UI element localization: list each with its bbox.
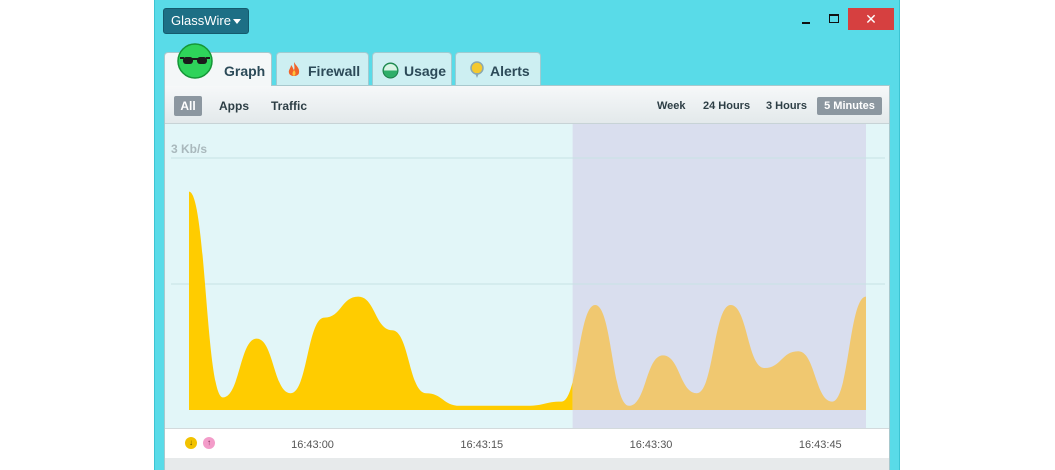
flame-icon <box>288 62 300 76</box>
time-tick-label: 16:43:45 <box>798 439 842 451</box>
time-tick-label: 16:43:00 <box>291 439 334 451</box>
time-tick-label: 16:43:30 <box>629 439 673 451</box>
tab-graph-label: Graph <box>224 63 266 79</box>
time-tick-label: 16:43:15 <box>460 439 504 451</box>
tab-firewall-label: Firewall <box>308 63 361 79</box>
app-menu-button[interactable]: GlassWire <box>163 8 249 34</box>
usage-dial-icon <box>382 62 399 79</box>
alert-pin-icon <box>470 61 484 78</box>
minimize-button[interactable] <box>795 8 817 30</box>
filter-all-button[interactable]: All <box>174 96 202 116</box>
glasswire-window: GlassWire ✕ Graph Firewall Usage Alerts … <box>154 0 900 470</box>
maximize-button[interactable] <box>823 8 845 30</box>
screen: GlassWire ✕ Graph Firewall Usage Alerts … <box>0 0 1055 470</box>
minimize-icon <box>802 22 810 24</box>
tab-alerts-label: Alerts <box>490 63 530 79</box>
traffic-graph[interactable]: 3 Kb/s <box>165 124 889 428</box>
graph-panel: All Apps Traffic Week 24 Hours 3 Hours 5… <box>164 85 890 470</box>
filter-bar: All Apps Traffic Week 24 Hours 3 Hours 5… <box>165 86 889 124</box>
filter-traffic-button[interactable]: Traffic <box>271 96 307 116</box>
scale-label: 3 Kb/s <box>171 142 208 156</box>
range-week-button[interactable]: Week <box>657 97 686 115</box>
time-axis: ↓ ↑ 16:43:00 16:43:15 16:43:30 16:43:45 <box>165 428 889 458</box>
filter-apps-button[interactable]: Apps <box>219 96 249 116</box>
close-icon: ✕ <box>865 11 877 27</box>
upload-icon[interactable]: ↑ <box>203 437 215 449</box>
tab-usage-label: Usage <box>404 63 447 79</box>
tab-alerts[interactable]: Alerts <box>455 52 541 85</box>
app-menu-label: GlassWire <box>171 13 231 28</box>
tab-firewall[interactable]: Firewall <box>276 52 369 85</box>
chevron-down-icon <box>233 19 241 24</box>
graph-glasses-icon <box>177 43 213 79</box>
download-icon[interactable]: ↓ <box>185 437 197 449</box>
traffic-graph-svg <box>165 124 889 428</box>
status-strip <box>165 458 889 470</box>
range-24-hours-button[interactable]: 24 Hours <box>703 97 750 115</box>
close-button[interactable]: ✕ <box>848 8 894 30</box>
range-5-minutes-button[interactable]: 5 Minutes <box>817 97 882 115</box>
maximize-icon <box>829 14 839 23</box>
range-3-hours-button[interactable]: 3 Hours <box>766 97 807 115</box>
tab-usage[interactable]: Usage <box>372 52 452 85</box>
